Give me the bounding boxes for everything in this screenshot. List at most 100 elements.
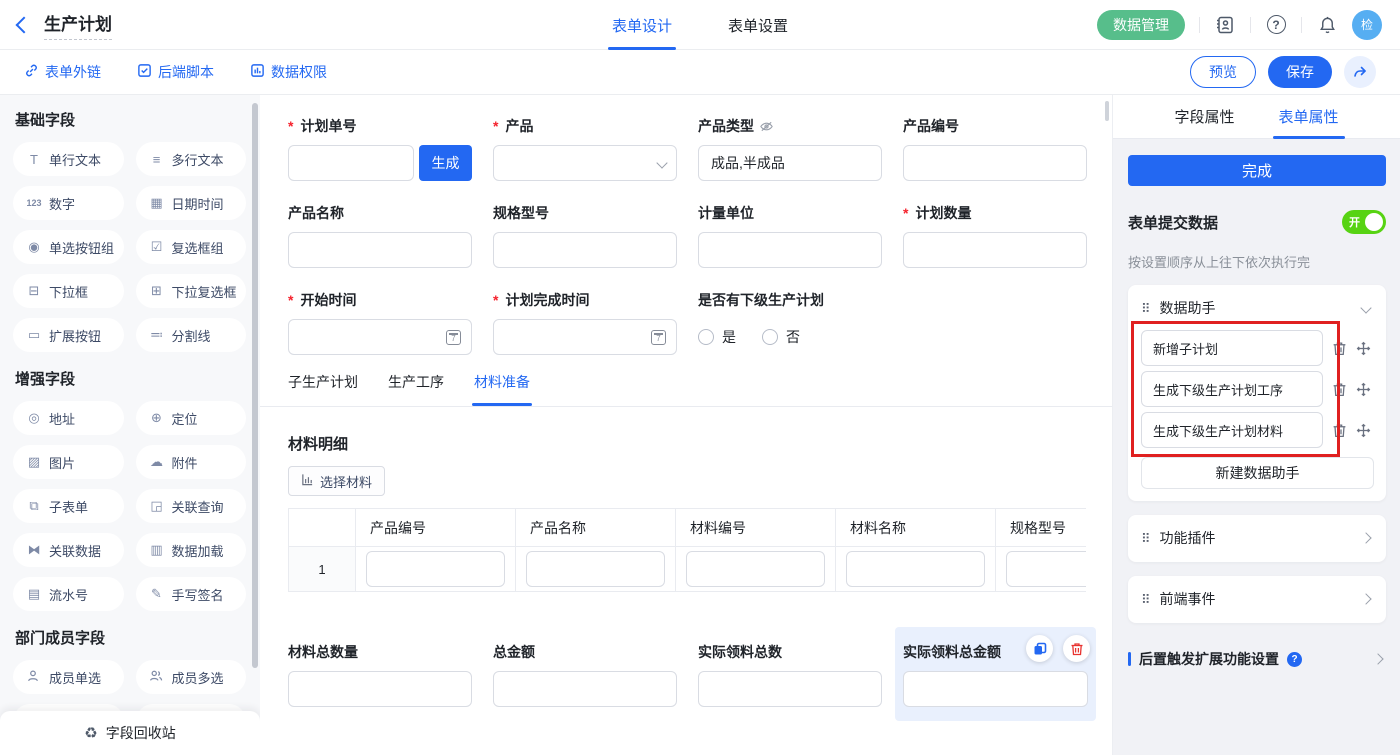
field-total-amount[interactable]: 总金额 [493, 627, 677, 721]
back-icon[interactable] [16, 16, 33, 33]
field-spec-model[interactable]: 规格型号 [493, 204, 677, 268]
tab-field-properties[interactable]: 字段属性 [1174, 95, 1234, 139]
data-manage-button[interactable]: 数据管理 [1097, 10, 1185, 40]
field-item-multi-line-text[interactable]: ≡多行文本 [136, 142, 247, 176]
cell-product-name-input[interactable] [526, 551, 665, 587]
copy-field-icon[interactable] [1026, 635, 1053, 662]
product-select[interactable] [493, 145, 677, 181]
generate-button[interactable]: 生成 [419, 145, 472, 181]
product-code-input[interactable] [903, 145, 1087, 181]
actual-pick-amount-input[interactable] [903, 671, 1088, 707]
field-item-signature[interactable]: ✎手写签名 [136, 577, 247, 611]
preview-button[interactable]: 预览 [1190, 56, 1256, 88]
field-item-serial-number[interactable]: ▤流水号 [13, 577, 124, 611]
notification-bell-icon[interactable] [1316, 14, 1338, 36]
avatar[interactable]: 检 [1352, 10, 1382, 40]
select-material-button[interactable]: 选择材料 [288, 466, 385, 496]
field-item-number[interactable]: 123数字 [13, 186, 124, 220]
field-product-type[interactable]: 产品类型 成品,半成品 [698, 117, 882, 181]
contact-book-icon[interactable] [1214, 14, 1236, 36]
product-type-input[interactable]: 成品,半成品 [698, 145, 882, 181]
field-item-attachment[interactable]: ☁附件 [136, 445, 247, 479]
field-item-subform[interactable]: ⧉子表单 [13, 489, 124, 523]
field-item-relate-query[interactable]: ◲关联查询 [136, 489, 247, 523]
help-icon[interactable]: ? [1265, 14, 1287, 36]
assistant-item-input[interactable]: 生成下级生产计划工序 [1141, 371, 1323, 407]
field-item-data-load[interactable]: ▥数据加载 [136, 533, 247, 567]
chevron-right-icon[interactable] [1372, 653, 1383, 664]
material-total-qty-input[interactable] [288, 671, 472, 707]
data-permission-link[interactable]: 数据权限 [250, 62, 327, 82]
assistant-item-input[interactable]: 生成下级生产计划材料 [1141, 412, 1323, 448]
field-product-name[interactable]: 产品名称 [288, 204, 472, 268]
post-trigger-row[interactable]: 后置触发扩展功能设置 ? [1128, 649, 1386, 669]
tab-sub-production-plan[interactable]: 子生产计划 [288, 372, 358, 406]
field-item-address[interactable]: ◎地址 [13, 401, 124, 435]
move-assistant-icon[interactable] [1356, 382, 1371, 397]
cell-spec-model-input[interactable] [1006, 551, 1086, 587]
field-material-total-qty[interactable]: 材料总数量 [288, 627, 472, 721]
unit-input[interactable] [698, 232, 882, 268]
field-item-dropdown-multi[interactable]: ⊞下拉复选框 [136, 274, 247, 308]
field-unit[interactable]: 计量单位 [698, 204, 882, 268]
field-actual-pick-total[interactable]: 实际领料总数 [698, 627, 882, 721]
field-finish-time[interactable]: 计划完成时间 7 [493, 291, 677, 355]
drag-handle-icon[interactable]: ⠿ [1141, 302, 1151, 315]
move-assistant-icon[interactable] [1356, 423, 1371, 438]
delete-assistant-icon[interactable] [1332, 382, 1347, 397]
finish-time-input[interactable]: 7 [493, 319, 677, 355]
field-item-locate[interactable]: ⊕定位 [136, 401, 247, 435]
drag-handle-icon[interactable]: ⠿ [1141, 593, 1151, 606]
field-item-datetime[interactable]: ▦日期时间 [136, 186, 247, 220]
frontend-event-card[interactable]: ⠿ 前端事件 [1128, 576, 1386, 623]
field-item-divider[interactable]: ≕分割线 [136, 318, 247, 352]
field-plan-no[interactable]: 计划单号 生成 [288, 117, 472, 181]
plugin-card[interactable]: ⠿ 功能插件 [1128, 515, 1386, 562]
total-amount-input[interactable] [493, 671, 677, 707]
cell-material-code-input[interactable] [686, 551, 825, 587]
spec-model-input[interactable] [493, 232, 677, 268]
field-item-radio-group[interactable]: ◉单选按钮组 [13, 230, 124, 264]
plan-qty-input[interactable] [903, 232, 1087, 268]
submit-data-toggle[interactable]: 开 [1342, 210, 1386, 234]
backend-script-link[interactable]: 后端脚本 [137, 62, 214, 82]
form-external-link[interactable]: 表单外链 [24, 62, 101, 82]
tab-material-prepare[interactable]: 材料准备 [474, 372, 530, 406]
radio-no[interactable]: 否 [762, 327, 800, 347]
field-start-time[interactable]: 开始时间 7 [288, 291, 472, 355]
done-button[interactable]: 完成 [1128, 155, 1386, 186]
share-button[interactable] [1344, 56, 1376, 88]
field-product[interactable]: 产品 [493, 117, 677, 181]
delete-assistant-icon[interactable] [1332, 423, 1347, 438]
assistant-item-input[interactable]: 新增子计划 [1141, 330, 1323, 366]
actual-pick-total-input[interactable] [698, 671, 882, 707]
chevron-right-icon[interactable] [1360, 532, 1371, 543]
field-item-member-single[interactable]: 成员单选 [13, 660, 124, 694]
field-recycle-bin[interactable]: ♻ 字段回收站 [0, 711, 260, 755]
cell-material-name-input[interactable] [846, 551, 985, 587]
tab-form-settings[interactable]: 表单设置 [728, 0, 788, 50]
cell-product-code-input[interactable] [366, 551, 505, 587]
product-name-input[interactable] [288, 232, 472, 268]
new-data-assistant-button[interactable]: 新建数据助手 [1141, 457, 1374, 489]
field-item-member-multi[interactable]: 成员多选 [136, 660, 247, 694]
tab-production-process[interactable]: 生产工序 [388, 372, 444, 406]
chevron-down-icon[interactable] [1360, 302, 1371, 313]
field-item-checkbox-group[interactable]: ☑复选框组 [136, 230, 247, 264]
radio-yes[interactable]: 是 [698, 327, 736, 347]
field-actual-pick-amount-selected[interactable]: 实际领料总金额 [895, 627, 1096, 721]
canvas-scrollbar[interactable] [1105, 101, 1109, 121]
sidebar-scrollbar[interactable] [252, 103, 258, 668]
field-item-single-line-text[interactable]: T单行文本 [13, 142, 124, 176]
field-item-dropdown[interactable]: ⊟下拉框 [13, 274, 124, 308]
delete-assistant-icon[interactable] [1332, 341, 1347, 356]
field-item-image[interactable]: ▨图片 [13, 445, 124, 479]
field-has-sub-plan[interactable]: 是否有下级生产计划 是 否 [698, 291, 882, 355]
drag-handle-icon[interactable]: ⠿ [1141, 532, 1151, 545]
plan-no-input[interactable] [288, 145, 414, 181]
field-item-extend-button[interactable]: ▭扩展按钮 [13, 318, 124, 352]
tab-form-properties[interactable]: 表单属性 [1279, 95, 1339, 139]
field-product-code[interactable]: 产品编号 [903, 117, 1087, 181]
chevron-right-icon[interactable] [1360, 593, 1371, 604]
field-item-relate-data[interactable]: ⧓关联数据 [13, 533, 124, 567]
